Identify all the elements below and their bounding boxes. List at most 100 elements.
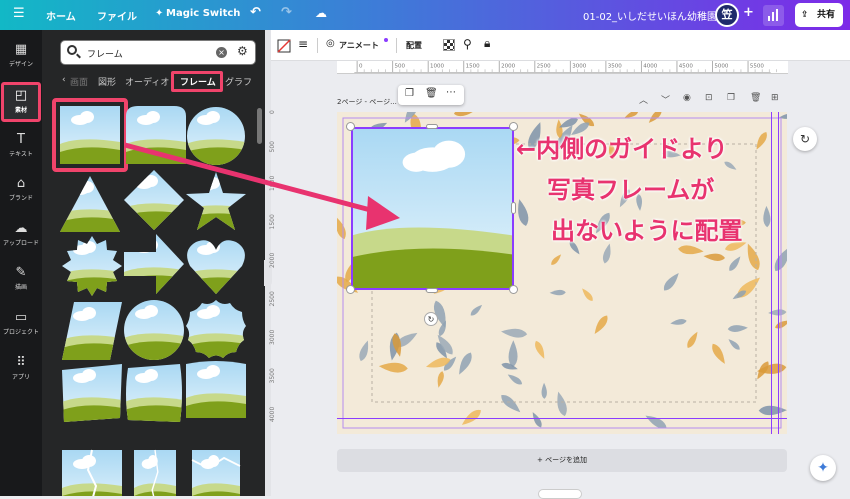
add-page-icon[interactable]: ⊞: [771, 93, 779, 103]
document-title[interactable]: 01-02_いしだせいほん幼稚園: [583, 8, 717, 23]
tab-graph[interactable]: グラフ: [225, 75, 252, 88]
resize-handle[interactable]: [509, 285, 518, 294]
clear-search-icon[interactable]: ×: [216, 47, 227, 58]
frame-thumb-tilted[interactable]: [62, 364, 122, 424]
frame-thumb-torn-2[interactable]: [134, 449, 176, 496]
duplicate-icon[interactable]: ❐: [405, 88, 414, 99]
leaf-decoration: [771, 244, 787, 274]
frame-thumb-scallop[interactable]: [186, 300, 246, 360]
ruler-h-label: 2500: [537, 63, 552, 69]
rail-item-apps[interactable]: ⠿ アプリ: [0, 355, 42, 381]
animate-button[interactable]: アニメート: [339, 40, 379, 51]
duplicate-page-icon[interactable]: ❐: [727, 93, 735, 103]
lock-icon[interactable]: 🔒︎: [484, 36, 490, 51]
frame-thumb-diamond[interactable]: [124, 170, 184, 230]
add-page-button[interactable]: + ページを追加: [337, 449, 787, 472]
ruler-h-label: 2000: [501, 63, 516, 69]
page-label[interactable]: 2ページ - ページ...: [337, 97, 397, 107]
frame-thumb-triangle[interactable]: [60, 176, 120, 236]
cloud-save-icon[interactable]: ☁: [315, 6, 327, 20]
draw-icon: ✎: [15, 265, 27, 280]
undo-icon[interactable]: ↶: [250, 5, 261, 20]
magic-switch-icon[interactable]: ✦: [155, 8, 163, 19]
toolbar-divider: [317, 38, 318, 53]
frame-thumb-curved-top[interactable]: [186, 360, 246, 420]
magic-assistant-icon[interactable]: ✦: [810, 455, 836, 481]
leaf-decoration: [498, 391, 524, 416]
photo-frame-selected[interactable]: [351, 127, 514, 290]
transparency-icon[interactable]: [443, 39, 455, 51]
delete-icon[interactable]: 🗑︎: [425, 88, 438, 99]
animate-badge-icon: [384, 38, 388, 42]
paint-format-icon[interactable]: ⚲: [463, 37, 472, 51]
resize-handle[interactable]: [346, 122, 355, 131]
page-controls: ︿ ﹀ ◉ ⊡ ❐ 🗑︎ ⊞: [637, 93, 787, 107]
panel-tabs: ‹ 画面 図形 オーディオ フレーム グラフ: [42, 71, 265, 95]
position-button[interactable]: 配置: [406, 40, 422, 51]
share-label: 共有: [817, 10, 836, 20]
page-right-guide-2: [778, 112, 779, 434]
tabs-scroll-left-icon[interactable]: ‹: [62, 75, 66, 85]
ruler-h-label: 1000: [430, 63, 445, 69]
search-box[interactable]: フレーム × ⚙: [60, 40, 256, 65]
resize-handle[interactable]: [426, 124, 438, 129]
add-member-icon[interactable]: +: [743, 5, 754, 20]
tab-audio[interactable]: オーディオ: [125, 75, 169, 88]
frame-thumb-parallelogram[interactable]: [62, 302, 122, 362]
delete-page-icon[interactable]: 🗑︎: [750, 93, 761, 103]
rail-item-projects[interactable]: ▭ プロジェクト: [0, 310, 42, 336]
top-bar: ☰ ホーム ファイル ✦ Magic Switch ↶ ↷ ☁ 01-02_いし…: [0, 0, 850, 30]
no-fill-icon[interactable]: [277, 39, 291, 53]
frame-thumb-torn-3[interactable]: [191, 450, 241, 496]
rail-item-text[interactable]: T テキスト: [0, 132, 42, 158]
frame-thumb-burst[interactable]: [62, 236, 122, 296]
frame-thumb-star[interactable]: [186, 172, 246, 232]
tab-shapes[interactable]: 図形: [98, 75, 116, 88]
resize-handle[interactable]: [511, 202, 516, 214]
rail-item-design[interactable]: ▦ デザイン: [0, 42, 42, 68]
frame-thumb-heart[interactable]: [186, 236, 246, 296]
page-up-icon[interactable]: ︿: [639, 93, 648, 106]
frame-thumb-wavy[interactable]: [124, 364, 184, 424]
resize-handle[interactable]: [346, 285, 355, 294]
page-down-icon[interactable]: ﹀: [661, 93, 670, 106]
home-button[interactable]: ホーム: [46, 8, 76, 23]
frame-thumb-circle-large[interactable]: [124, 300, 184, 360]
share-button[interactable]: ⇪ 共有: [795, 3, 843, 27]
redo-icon[interactable]: ↷: [281, 5, 292, 20]
avatar[interactable]: 笠: [715, 3, 739, 27]
animate-icon[interactable]: ◎: [326, 38, 335, 49]
rail-item-draw[interactable]: ✎ 描画: [0, 265, 42, 291]
filter-icon[interactable]: ⚙: [237, 44, 248, 58]
rail-item-brand[interactable]: ⌂ ブランド: [0, 176, 42, 202]
ruler-v-label: 0: [269, 110, 276, 114]
frame-thumb-rounded-top[interactable]: [126, 106, 186, 166]
rotate-handle-icon[interactable]: ↻: [424, 312, 438, 326]
brand-icon: ⌂: [16, 176, 26, 191]
border-style-icon[interactable]: ≡: [298, 37, 308, 51]
side-rail: ▦ デザイン ◰ 素材 T テキスト ⌂ ブランド ☁ アップロード ✎ 描画 ▭ プロジェク…: [0, 30, 42, 496]
search-input[interactable]: フレーム: [87, 47, 123, 60]
resize-handle[interactable]: [426, 288, 438, 293]
leaf-decoration: [514, 198, 531, 228]
stats-icon[interactable]: [763, 5, 784, 26]
leaf-decoration: [541, 382, 548, 399]
rail-item-elements[interactable]: ◰ 素材: [0, 88, 42, 114]
leaf-decoration: [508, 340, 518, 368]
more-icon[interactable]: ⋯: [446, 87, 456, 98]
file-menu-button[interactable]: ファイル: [97, 8, 137, 23]
frame-thumb-circle[interactable]: [186, 106, 246, 166]
frame-thumb-arrow[interactable]: [124, 234, 184, 294]
bottom-scroll-indicator[interactable]: [538, 489, 582, 499]
tab-screen[interactable]: 画面: [70, 75, 88, 88]
refresh-icon[interactable]: ↻: [793, 127, 817, 151]
leaf-decoration: [646, 112, 664, 126]
rail-item-upload[interactable]: ☁ アップロード: [0, 221, 42, 247]
frame-thumb-torn-1[interactable]: [62, 449, 122, 496]
frame-thumb-rect[interactable]: [60, 106, 120, 166]
leaf-decoration: [591, 313, 611, 337]
hamburger-icon[interactable]: ☰: [13, 6, 25, 21]
lock-page-icon[interactable]: ⊡: [705, 93, 713, 103]
magic-switch-button[interactable]: Magic Switch: [166, 8, 240, 19]
hide-page-icon[interactable]: ◉: [683, 93, 691, 103]
